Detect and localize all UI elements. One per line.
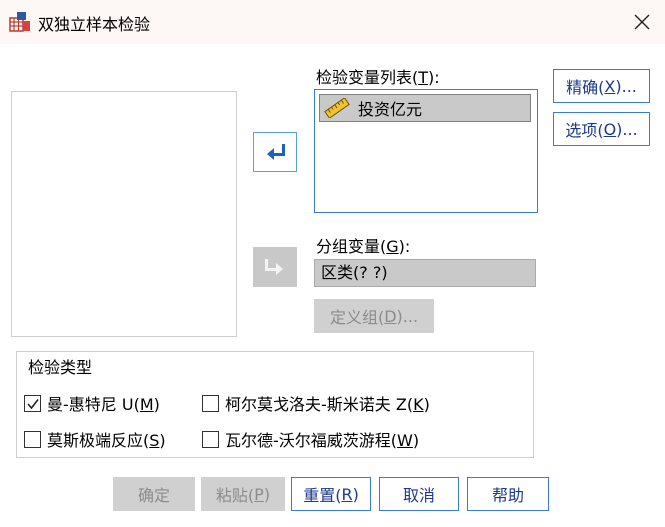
checkbox-label: 瓦尔德-沃尔福威茨游程(W): [225, 431, 420, 450]
arrow-right-icon: [265, 259, 283, 275]
window-title: 双独立样本检验: [38, 15, 151, 34]
checkbox[interactable]: [202, 430, 219, 448]
test-variable-list-label: 检验变量列表(T):: [316, 68, 440, 87]
checkmark-icon: [27, 398, 39, 409]
source-variable-list[interactable]: [11, 91, 237, 337]
paste-button[interactable]: 粘贴(P): [201, 477, 285, 511]
ok-button[interactable]: 确定: [113, 477, 195, 511]
kolmogorov-smirnov-checkbox[interactable]: 柯尔莫戈洛夫-斯米诺夫 Z(K): [202, 391, 430, 415]
scale-ruler-icon: [324, 98, 350, 118]
checkbox[interactable]: [202, 394, 219, 412]
close-button[interactable]: [626, 8, 658, 36]
help-button[interactable]: 帮助: [467, 477, 549, 511]
mann-whitney-checkbox[interactable]: 曼-惠特尼 U(M): [24, 391, 160, 415]
define-groups-button[interactable]: 定义组(D)...: [314, 299, 434, 333]
grouping-variable-label: 分组变量(G):: [316, 237, 411, 256]
options-button[interactable]: 选项(O)...: [553, 112, 650, 146]
spss-dialog-icon: [9, 11, 31, 33]
variable-label: 投资亿元: [358, 100, 423, 119]
checkbox-label: 莫斯极端反应(S): [47, 431, 166, 450]
checkbox[interactable]: [24, 430, 41, 448]
title-bar: 双独立样本检验: [0, 0, 665, 44]
exact-button[interactable]: 精确(X)...: [553, 69, 650, 103]
grouping-variable-field[interactable]: 区类(? ?): [314, 259, 536, 287]
arrow-left-icon: [267, 144, 285, 160]
list-item[interactable]: 投资亿元: [319, 94, 531, 122]
test-variable-list[interactable]: 投资亿元: [314, 89, 538, 213]
reset-button[interactable]: 重置(R): [291, 477, 371, 511]
checkbox-label: 曼-惠特尼 U(M): [47, 395, 160, 414]
moses-extreme-checkbox[interactable]: 莫斯极端反应(S): [24, 427, 166, 451]
test-type-legend: 检验类型: [25, 354, 96, 378]
move-test-variable-button[interactable]: [253, 132, 297, 172]
wald-wolfowitz-checkbox[interactable]: 瓦尔德-沃尔福威茨游程(W): [202, 427, 419, 451]
close-icon: [634, 14, 650, 30]
move-grouping-variable-button[interactable]: [253, 247, 297, 287]
checkbox[interactable]: [24, 394, 41, 412]
checkbox-label: 柯尔莫戈洛夫-斯米诺夫 Z(K): [225, 395, 430, 414]
cancel-button[interactable]: 取消: [379, 477, 459, 511]
